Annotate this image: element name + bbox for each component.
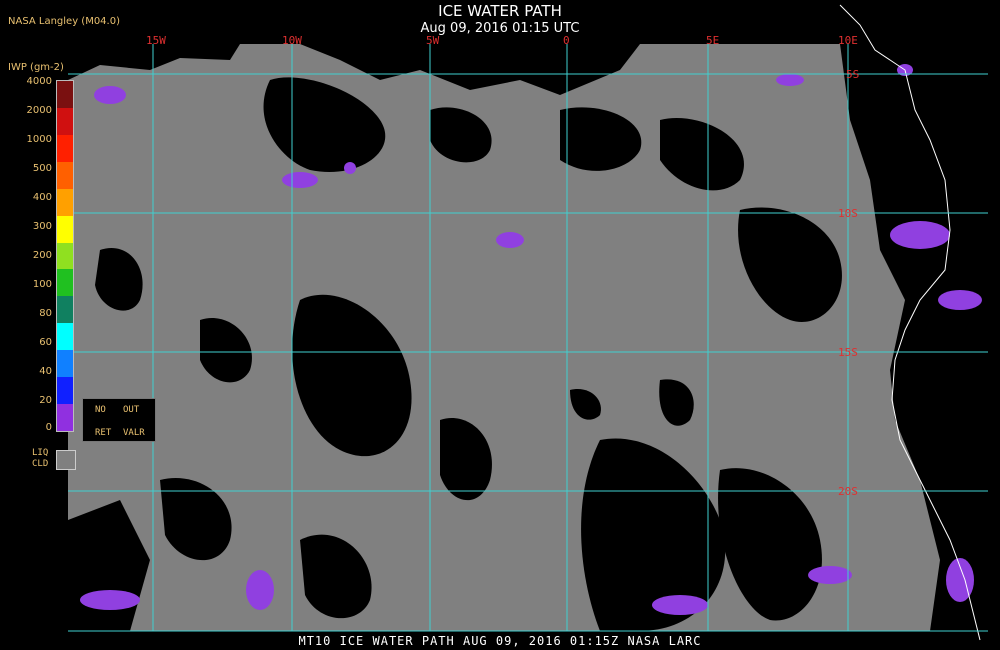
liquid-cloud-label: LIQ CLD <box>32 448 48 470</box>
no-retrieval-legend-box: NO OUT RET VALR <box>82 398 156 442</box>
satellite-map: 15W 10W 5W 0 5E 10E 5S 10S 15S 20S <box>68 4 988 641</box>
cld-text: CLD <box>32 459 49 469</box>
color-scale-bar <box>56 80 74 432</box>
color-swatch <box>57 242 73 270</box>
lat-label-20s: 20S <box>838 485 858 498</box>
page-title: ICE WATER PATH <box>438 2 562 20</box>
legend-tick: 2000 <box>26 105 52 116</box>
ret-label: RET <box>95 428 112 438</box>
color-swatch <box>57 161 73 190</box>
color-swatch <box>57 404 73 432</box>
legend-tick: 0 <box>45 422 52 433</box>
credit-label: NASA Langley (M04.0) <box>8 16 120 27</box>
color-swatch <box>57 107 73 136</box>
color-swatch <box>57 377 73 405</box>
legend-tick: 60 <box>39 337 52 348</box>
valr-label: VALR <box>123 428 145 438</box>
legend-tick: 40 <box>39 366 52 377</box>
liquid-cloud-swatch <box>56 450 76 470</box>
legend-tick: 4000 <box>26 76 52 87</box>
legend-tick: 400 <box>32 192 52 203</box>
color-swatch <box>57 296 73 324</box>
color-swatch <box>57 269 73 297</box>
no-label: NO <box>95 405 106 415</box>
legend-tick: 500 <box>32 163 52 174</box>
out-label: OUT <box>123 405 140 415</box>
legend-tick: 300 <box>32 221 52 232</box>
page-subtitle: Aug 09, 2016 01:15 UTC <box>420 21 580 36</box>
color-swatch <box>57 350 73 378</box>
legend-tick: 1000 <box>26 134 52 145</box>
footer-caption: MT10 ICE WATER PATH AUG 09, 2016 01:15Z … <box>298 634 702 648</box>
legend-tick: 80 <box>39 308 52 319</box>
color-swatch <box>57 81 73 109</box>
color-swatch <box>57 323 73 351</box>
color-swatch <box>57 215 73 244</box>
legend-title: IWP (gm-2) <box>8 62 64 73</box>
lat-label-5s: 5S <box>846 68 859 81</box>
legend-tick: 100 <box>32 279 52 290</box>
lat-label-15s: 15S <box>838 346 858 359</box>
color-swatch <box>57 188 73 217</box>
lat-label-10s: 10S <box>838 207 858 220</box>
color-swatch <box>57 134 73 163</box>
liq-text: LIQ <box>32 448 49 458</box>
legend-tick: 200 <box>32 250 52 261</box>
legend-tick: 20 <box>39 395 52 406</box>
